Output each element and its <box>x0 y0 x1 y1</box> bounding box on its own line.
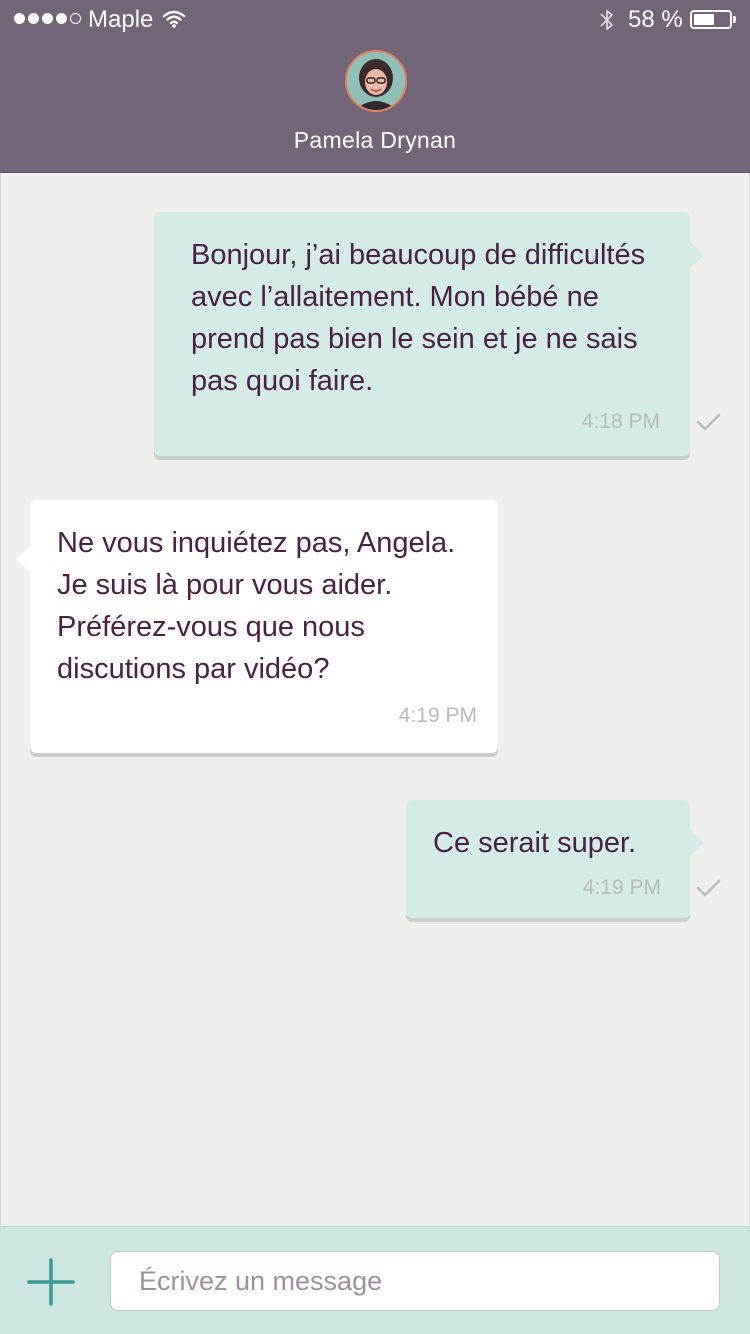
bluetooth-icon <box>598 8 616 39</box>
message-input[interactable] <box>110 1251 720 1311</box>
contact-name[interactable]: Pamela Drynan <box>0 126 750 154</box>
battery-level <box>694 14 714 25</box>
chat-frame-left <box>0 172 1 1226</box>
message-time: 4:19 PM <box>398 704 477 727</box>
status-bar: Maple 58 % <box>0 0 750 40</box>
message-text: Bonjour, j’ai beaucoup de difficultés av… <box>191 239 646 397</box>
chat-header: Maple 58 % Pamela Drynan <box>0 0 750 173</box>
wifi-icon <box>162 8 186 36</box>
message-time: 4:18 PM <box>581 410 660 433</box>
message-time: 4:19 PM <box>582 876 661 899</box>
carrier-name: Maple <box>88 6 154 33</box>
message-composer <box>0 1226 750 1334</box>
battery-icon <box>690 10 736 29</box>
signal-strength-icon <box>14 13 81 24</box>
message-text: Ne vous inquiétez pas, Angela. Je suis l… <box>57 527 456 685</box>
message-bubble-outgoing[interactable]: Ce serait super. <box>406 800 704 918</box>
plus-icon <box>27 1258 75 1306</box>
contact-avatar[interactable] <box>345 50 407 112</box>
check-icon <box>696 412 722 437</box>
battery-percentage: 58 % <box>628 6 683 33</box>
check-icon <box>696 878 722 903</box>
add-attachment-button[interactable] <box>26 1257 76 1307</box>
message-text: Ce serait super. <box>433 827 637 859</box>
